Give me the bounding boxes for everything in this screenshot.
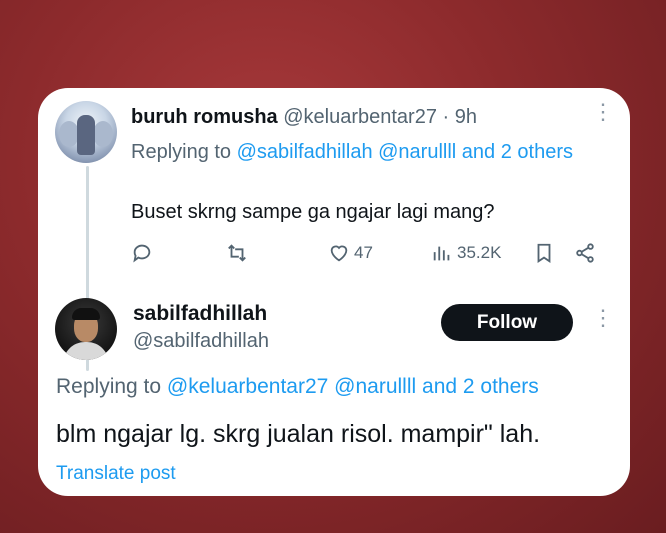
parent-timestamp[interactable]: 9h: [455, 106, 477, 128]
share-button[interactable]: [574, 242, 596, 264]
share-icon: [576, 243, 594, 263]
like-count: 47: [354, 243, 373, 262]
views-button[interactable]: 35.2K: [431, 242, 501, 264]
parent-replying-to: Replying to @sabilfadhillah @narullll an…: [131, 141, 573, 163]
more-options-icon[interactable]: ⋮: [592, 101, 614, 123]
others-link[interactable]: and 2 others: [422, 375, 539, 398]
mention-link[interactable]: @keluarbentar27: [167, 375, 328, 398]
main-tweet-text: blm ngajar lg. skrg jualan risol. mampir…: [56, 420, 541, 448]
bookmark-icon: [537, 243, 551, 263]
bookmark-button[interactable]: [533, 242, 555, 264]
mention-link[interactable]: @narullll: [378, 141, 456, 163]
mention-link[interactable]: @narullll: [334, 375, 416, 398]
main-handle[interactable]: @sabilfadhillah: [133, 330, 269, 353]
like-button[interactable]: 47: [328, 242, 373, 264]
parent-handle[interactable]: @keluarbentar27: [283, 106, 437, 128]
retweet-button[interactable]: [226, 242, 248, 264]
follow-button[interactable]: Follow: [441, 304, 573, 341]
view-count: 35.2K: [457, 243, 502, 262]
mention-link[interactable]: @sabilfadhillah: [237, 141, 373, 163]
reply-button[interactable]: [131, 242, 153, 264]
parent-tweet-actions: 47 35.2K: [131, 238, 611, 268]
tweet-card: buruh romusha @keluarbentar27 · 9h ⋮ Rep…: [38, 88, 630, 496]
main-display-name[interactable]: sabilfadhillah: [133, 302, 267, 326]
translate-post-link[interactable]: Translate post: [56, 463, 176, 485]
parent-display-name[interactable]: buruh romusha: [131, 106, 278, 128]
separator-dot: ·: [442, 106, 450, 128]
views-icon: [433, 246, 450, 261]
more-options-icon[interactable]: ⋮: [592, 307, 614, 329]
avatar-sabilfadhillah[interactable]: [55, 298, 117, 360]
others-link[interactable]: and 2 others: [462, 141, 573, 163]
reply-icon: [133, 244, 151, 263]
retweet-icon: [228, 244, 246, 262]
avatar-buruh-romusha[interactable]: [55, 101, 117, 163]
like-icon: [330, 245, 348, 262]
main-replying-to: Replying to @keluarbentar27 @narullll an…: [56, 375, 539, 398]
parent-tweet-text: Buset skrng sampe ga ngajar lagi mang?: [131, 201, 495, 223]
parent-tweet-header: buruh romusha @keluarbentar27 · 9h: [131, 106, 477, 129]
